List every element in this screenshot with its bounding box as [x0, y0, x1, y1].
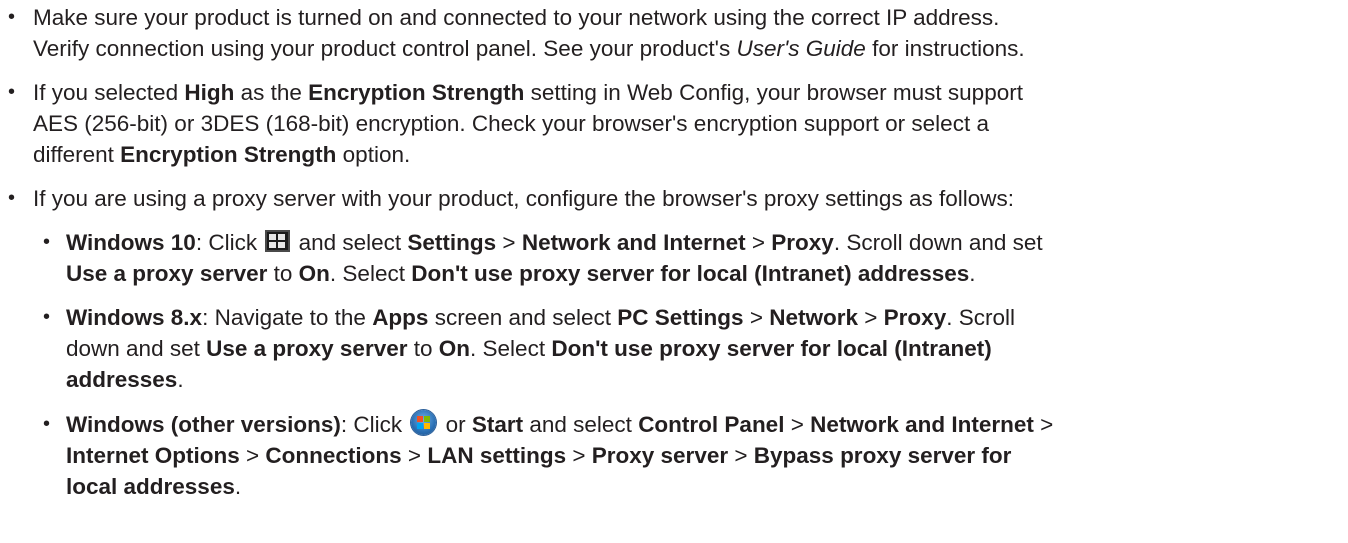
- win8-line2: down and set Use a proxy server to On. S…: [66, 336, 992, 361]
- item1-line2: Verify connection using your product con…: [33, 36, 1025, 61]
- win8-line1: Windows 8.x: Navigate to the Apps screen…: [66, 305, 1015, 330]
- windows-start-orb-icon: [411, 410, 437, 435]
- troubleshooting-list: • Make sure your product is turned on an…: [0, 0, 1348, 543]
- item3-line1: If you are using a proxy server with you…: [33, 186, 1014, 211]
- winother-line2: Internet Options > Connections > LAN set…: [66, 443, 1012, 468]
- win8-line3: addresses.: [66, 367, 184, 392]
- item1-line1: Make sure your product is turned on and …: [33, 5, 1000, 30]
- windows-start-tile-icon: [265, 230, 291, 252]
- item2-line2: AES (256-bit) or 3DES (168-bit) encrypti…: [33, 111, 989, 136]
- winother-line3: local addresses.: [66, 474, 242, 499]
- bullet: •: [8, 187, 16, 209]
- sub-bullet: •: [43, 231, 51, 253]
- users-guide-title: User's Guide: [736, 36, 866, 61]
- sub-bullet: •: [43, 413, 51, 435]
- bullet: •: [8, 81, 16, 103]
- sub-bullet: •: [43, 306, 51, 328]
- item2-line1: If you selected High as the Encryption S…: [33, 80, 1023, 105]
- winother-line1: Windows (other versions): Click or Start…: [66, 410, 1054, 437]
- win10-line2: Use a proxy server to On. Select Don't u…: [66, 261, 976, 286]
- win10-line1: Windows 10: Click and select Settings > …: [66, 230, 1043, 255]
- bullet: •: [8, 6, 16, 28]
- item2-line3: different Encryption Strength option.: [33, 142, 411, 167]
